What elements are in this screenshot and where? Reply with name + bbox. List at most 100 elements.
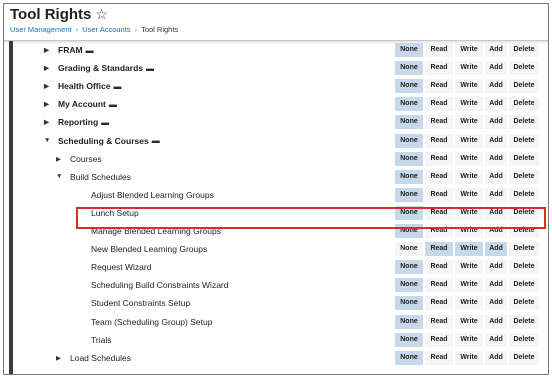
tree-row-label[interactable]: Request Wizard [91,262,151,272]
permission-read-button[interactable]: Read [425,260,453,275]
permission-none-button[interactable]: None [395,43,423,58]
permission-read-button[interactable]: Read [425,332,453,347]
tree-row-label[interactable]: Student Constraints Setup [91,298,190,308]
permission-none-button[interactable]: None [395,187,423,202]
permission-add-button[interactable]: Add [485,242,507,257]
permission-delete-button[interactable]: Delete [509,260,539,275]
caret-down-icon[interactable]: ▼ [56,173,70,180]
permission-add-button[interactable]: Add [485,133,507,148]
caret-right-icon[interactable]: ▶ [44,64,58,72]
permission-write-button[interactable]: Write [455,169,483,184]
permission-none-button[interactable]: None [395,97,423,112]
caret-down-icon[interactable]: ▼ [44,137,58,144]
permission-none-button[interactable]: None [395,79,423,94]
permission-write-button[interactable]: Write [455,314,483,329]
permission-add-button[interactable]: Add [485,332,507,347]
permission-none-button[interactable]: None [395,133,423,148]
permission-write-button[interactable]: Write [455,242,483,257]
tree-row-label[interactable]: Build Schedules [70,172,131,182]
permission-delete-button[interactable]: Delete [509,296,539,311]
permission-write-button[interactable]: Write [455,61,483,76]
permission-write-button[interactable]: Write [455,43,483,58]
permission-read-button[interactable]: Read [425,224,453,239]
permission-read-button[interactable]: Read [425,242,453,257]
permission-none-button[interactable]: None [395,296,423,311]
permission-add-button[interactable]: Add [485,169,507,184]
tree-row-label[interactable]: My Account [58,99,106,109]
breadcrumb-user-management[interactable]: User Management [10,25,72,34]
permission-none-button[interactable]: None [395,332,423,347]
permission-none-button[interactable]: None [395,224,423,239]
tree-row-label[interactable]: Grading & Standards [58,63,143,73]
permission-write-button[interactable]: Write [455,187,483,202]
permission-add-button[interactable]: Add [485,61,507,76]
breadcrumb-user-accounts[interactable]: User Accounts [82,25,130,34]
tree-row-label[interactable]: FRAM [58,45,83,55]
permission-read-button[interactable]: Read [425,278,453,293]
permission-write-button[interactable]: Write [455,350,483,365]
permission-read-button[interactable]: Read [425,115,453,130]
tree-row-label[interactable]: Team (Scheduling Group) Setup [91,317,212,327]
tree-row-label[interactable]: New Blended Learning Groups [91,244,207,254]
permission-delete-button[interactable]: Delete [509,61,539,76]
permission-add-button[interactable]: Add [485,79,507,94]
permission-none-button[interactable]: None [395,260,423,275]
permission-delete-button[interactable]: Delete [509,350,539,365]
permission-add-button[interactable]: Add [485,205,507,220]
permission-none-button[interactable]: None [395,205,423,220]
permission-read-button[interactable]: Read [425,43,453,58]
permission-delete-button[interactable]: Delete [509,187,539,202]
permission-read-button[interactable]: Read [425,79,453,94]
tree-row-label[interactable]: Health Office [58,81,110,91]
permission-read-button[interactable]: Read [425,205,453,220]
permission-none-button[interactable]: None [395,278,423,293]
permission-read-button[interactable]: Read [425,151,453,166]
permission-delete-button[interactable]: Delete [509,205,539,220]
permission-none-button[interactable]: None [395,169,423,184]
permission-delete-button[interactable]: Delete [509,169,539,184]
permission-write-button[interactable]: Write [455,205,483,220]
permission-delete-button[interactable]: Delete [509,133,539,148]
permission-read-button[interactable]: Read [425,61,453,76]
permission-none-button[interactable]: None [395,242,423,257]
caret-right-icon[interactable]: ▶ [44,118,58,126]
permission-add-button[interactable]: Add [485,260,507,275]
permission-read-button[interactable]: Read [425,314,453,329]
permission-none-button[interactable]: None [395,151,423,166]
permission-delete-button[interactable]: Delete [509,242,539,257]
caret-right-icon[interactable]: ▶ [44,82,58,90]
tree-row-label[interactable]: Trials [91,335,111,345]
permission-delete-button[interactable]: Delete [509,278,539,293]
permission-write-button[interactable]: Write [455,133,483,148]
permission-read-button[interactable]: Read [425,296,453,311]
permission-add-button[interactable]: Add [485,314,507,329]
permission-delete-button[interactable]: Delete [509,224,539,239]
tree-row-label[interactable]: Lunch Setup [91,208,139,218]
permission-delete-button[interactable]: Delete [509,314,539,329]
permission-write-button[interactable]: Write [455,260,483,275]
permission-write-button[interactable]: Write [455,224,483,239]
caret-right-icon[interactable]: ▶ [44,46,58,54]
permission-delete-button[interactable]: Delete [509,97,539,112]
permission-none-button[interactable]: None [395,314,423,329]
permission-read-button[interactable]: Read [425,97,453,112]
permission-write-button[interactable]: Write [455,332,483,347]
tree-row-label[interactable]: Manage Blended Learning Groups [91,226,221,236]
permission-add-button[interactable]: Add [485,115,507,130]
permission-delete-button[interactable]: Delete [509,43,539,58]
tree-row-label[interactable]: Reporting [58,117,98,127]
tree-row-label[interactable]: Load Schedules [70,353,131,363]
permission-add-button[interactable]: Add [485,187,507,202]
permission-none-button[interactable]: None [395,61,423,76]
permission-read-button[interactable]: Read [425,350,453,365]
permission-read-button[interactable]: Read [425,187,453,202]
permission-read-button[interactable]: Read [425,133,453,148]
permission-add-button[interactable]: Add [485,278,507,293]
permission-add-button[interactable]: Add [485,350,507,365]
permission-write-button[interactable]: Write [455,296,483,311]
permission-write-button[interactable]: Write [455,79,483,94]
tree-row-label[interactable]: Scheduling Build Constraints Wizard [91,280,228,290]
caret-right-icon[interactable]: ▶ [44,100,58,108]
caret-right-icon[interactable]: ▶ [56,354,70,362]
permission-read-button[interactable]: Read [425,169,453,184]
